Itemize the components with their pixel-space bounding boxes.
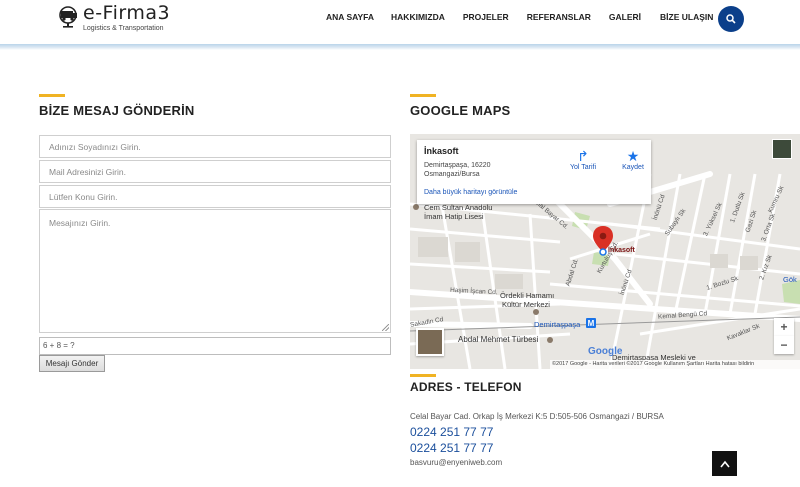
email-placeholder: Mail Adresinizi Girin.: [49, 167, 126, 177]
logo-name: e-Firma3: [83, 2, 171, 24]
message-placeholder: Mesajınızı Girin.: [49, 218, 111, 228]
name-placeholder: Adınızı Soyadınızı Girin.: [49, 142, 141, 152]
phone-number[interactable]: 0224 251 77 77: [410, 441, 493, 455]
google-logo: Google: [588, 346, 623, 357]
name-input[interactable]: Adınızı Soyadınızı Girin.: [39, 135, 391, 158]
truck-globe-icon: [58, 4, 80, 30]
send-message-button[interactable]: Mesajı Gönder: [39, 355, 105, 372]
poi-label: Demirtaşpaşa: [534, 320, 581, 329]
search-icon: [726, 14, 736, 24]
place-name: İnkasoft: [424, 146, 459, 156]
address-title: ADRES - TELEFON: [410, 380, 522, 394]
star-icon: ★: [626, 148, 640, 164]
captcha-question: 6 + 8 = ?: [43, 341, 75, 350]
address-title-accent: [410, 374, 436, 377]
poi-label: Gök: [783, 275, 797, 284]
map-title-accent: [410, 94, 436, 97]
captcha-input[interactable]: 6 + 8 = ?: [39, 337, 391, 355]
main-nav: ANA SAYFA HAKKIMIZDA PROJELER REFERANSLA…: [326, 12, 713, 22]
save-place-button[interactable]: ★ Kaydet: [613, 148, 653, 171]
header-divider: [0, 44, 800, 50]
chevron-up-icon: [719, 460, 730, 467]
larger-map-link[interactable]: Daha büyük haritayı görüntüle: [424, 189, 517, 196]
nav-projeler[interactable]: PROJELER: [463, 12, 509, 22]
google-map[interactable]: M Celal Bayar Cd. Haşim İşcan Cd. Kemal …: [410, 134, 800, 369]
site-logo[interactable]: e-Firma3 Logistics & Transportation: [58, 4, 170, 34]
place-address: Demirtaşpaşa, 16220 Osmangazi/Bursa: [424, 162, 491, 178]
zoom-in-button[interactable]: +: [774, 318, 794, 336]
nav-bize-ulasin[interactable]: BİZE ULAŞIN: [660, 12, 713, 22]
nav-galeri[interactable]: GALERİ: [609, 12, 641, 22]
logo-tagline: Logistics & Transportation: [83, 25, 164, 32]
poi-label: Kültür Merkezi: [502, 300, 550, 309]
address-text: Celal Bayar Cad. Orkap İş Merkezi K:5 D:…: [410, 412, 664, 421]
svg-text:M: M: [588, 319, 595, 328]
fullscreen-button[interactable]: [772, 139, 792, 159]
site-header: e-Firma3 Logistics & Transportation ANA …: [0, 0, 800, 44]
zoom-out-button[interactable]: −: [774, 336, 794, 354]
phone-number[interactable]: 0224 251 77 77: [410, 425, 493, 439]
form-title-accent: [39, 94, 65, 97]
place-info-card: İnkasoft Demirtaşpaşa, 16220 Osmangazi/B…: [417, 140, 651, 204]
poi-label: Cem Sultan Anadolu: [424, 203, 493, 212]
message-textarea[interactable]: Mesajınızı Girin.: [39, 209, 391, 333]
back-to-top-button[interactable]: [712, 451, 737, 476]
subject-input[interactable]: Lütfen Konu Girin.: [39, 185, 391, 208]
nav-ana-sayfa[interactable]: ANA SAYFA: [326, 12, 374, 22]
email-address[interactable]: basvuru@enyeniweb.com: [410, 458, 502, 467]
nav-hakkimizda[interactable]: HAKKIMIZDA: [391, 12, 445, 22]
poi-label: Abdal Mehmet Türbesi: [458, 335, 539, 344]
resize-handle[interactable]: [382, 324, 389, 331]
satellite-toggle[interactable]: [416, 328, 444, 356]
subject-placeholder: Lütfen Konu Girin.: [49, 192, 118, 202]
pin-label: İnkasoft: [608, 247, 635, 254]
directions-icon: ↱: [577, 148, 589, 164]
search-button[interactable]: [718, 6, 744, 32]
map-title: GOOGLE MAPS: [410, 103, 511, 118]
directions-button[interactable]: ↱ Yol Tarifi: [563, 148, 603, 171]
nav-referanslar[interactable]: REFERANSLAR: [527, 12, 591, 22]
poi-label: Ördekli Hamamı: [500, 291, 555, 300]
email-input[interactable]: Mail Adresinizi Girin.: [39, 160, 391, 183]
form-title: BİZE MESAJ GÖNDERİN: [39, 103, 195, 118]
map-attribution[interactable]: ©2017 Google - Harita verileri ©2017 Goo…: [550, 360, 800, 369]
poi-label: İmam Hatip Lisesi: [424, 212, 484, 221]
